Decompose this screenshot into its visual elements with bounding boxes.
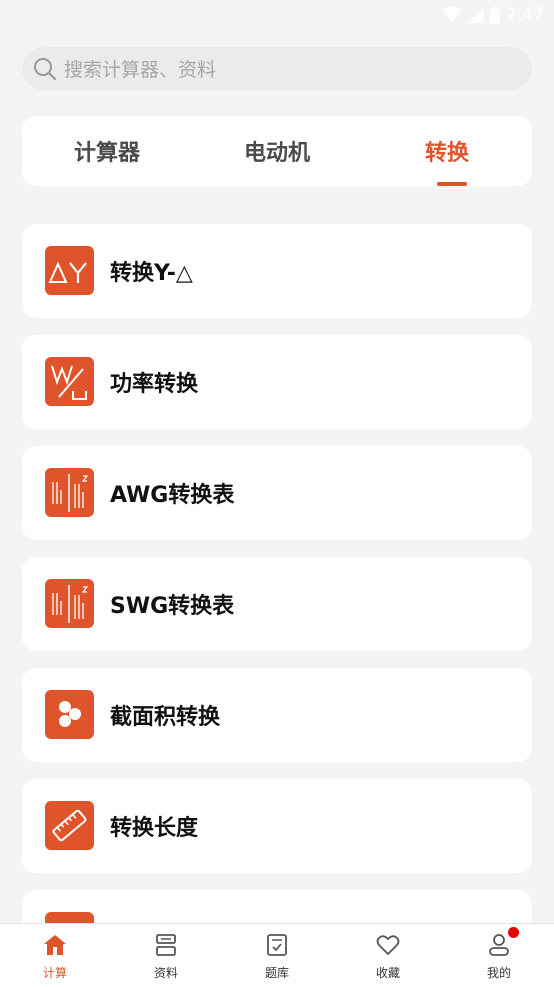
home-icon	[44, 935, 66, 955]
nav-label: 收藏	[375, 966, 400, 980]
search-bar[interactable]: 搜索计算器、资料	[22, 47, 532, 90]
books-icon	[156, 934, 176, 956]
list-item-label: SWG转换表	[110, 594, 235, 619]
list-item-y-delta[interactable]: 转换Y-△	[22, 224, 532, 318]
cross-section-icon	[45, 690, 94, 739]
list-item-length[interactable]: 转换长度	[22, 779, 532, 873]
tab-calculator[interactable]: 计算器	[22, 116, 192, 186]
question-bank-icon	[267, 934, 287, 956]
wifi-icon	[441, 7, 462, 22]
tab-conversion[interactable]: 转换	[362, 116, 532, 186]
nav-label: 题库	[264, 966, 289, 980]
nav-label: 我的	[486, 966, 511, 980]
swg-table-icon	[45, 579, 94, 628]
list-item-awg[interactable]: AWG转换表	[22, 446, 532, 540]
status-bar: 2:47	[0, 0, 554, 30]
status-icons: 2:47	[441, 4, 544, 26]
delta-y-icon	[45, 246, 94, 295]
search-icon	[32, 56, 58, 82]
list-item-power[interactable]: 功率转换	[22, 335, 532, 429]
list-item-label: 功率转换	[110, 372, 199, 397]
status-time: 2:47	[505, 5, 544, 25]
nav-label: 计算	[42, 966, 67, 980]
list-item-label: 截面积转换	[110, 705, 221, 730]
ruler-icon	[45, 801, 94, 850]
nav-favorites[interactable]: 收藏	[333, 924, 443, 987]
list-item-label: AWG转换表	[110, 483, 235, 508]
nav-question-bank[interactable]: 题库	[222, 924, 332, 987]
heart-icon	[376, 935, 400, 956]
cell-signal-icon	[467, 7, 484, 23]
nav-materials[interactable]: 资料	[111, 924, 221, 987]
list-item-label: 转换Y-△	[110, 261, 193, 286]
battery-icon	[489, 6, 500, 24]
nav-profile[interactable]: 我的	[444, 924, 554, 987]
nav-label: 资料	[153, 966, 178, 980]
category-tabs: 计算器 电动机 转换	[22, 116, 532, 186]
power-w-icon	[45, 357, 94, 406]
list-item-swg[interactable]: SWG转换表	[22, 557, 532, 651]
active-tab-indicator	[437, 182, 467, 186]
profile-icon	[489, 934, 509, 956]
list-item-label: 转换长度	[110, 816, 199, 841]
tab-motor[interactable]: 电动机	[192, 116, 362, 186]
list-item-cross-section[interactable]: 截面积转换	[22, 668, 532, 762]
nav-calculate[interactable]: 计算	[0, 924, 110, 987]
notification-dot	[508, 927, 519, 938]
bottom-nav: 计算 资料 题库 收藏 我的	[0, 923, 554, 987]
awg-table-icon	[45, 468, 94, 517]
search-placeholder: 搜索计算器、资料	[64, 59, 217, 81]
